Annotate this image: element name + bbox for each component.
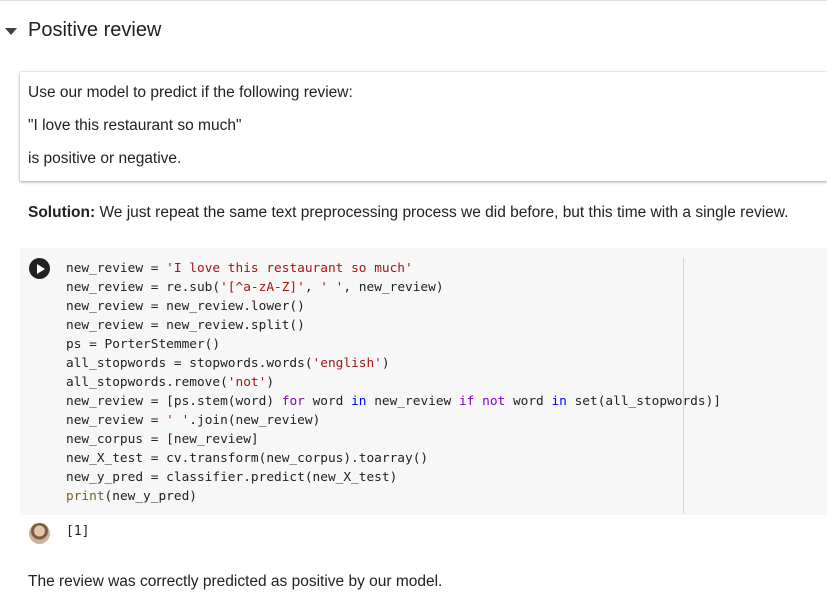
conclusion-text: The review was correctly predicted as po… [28, 573, 443, 590]
solution-paragraph: Solution: We just repeat the same text p… [28, 204, 788, 222]
code-line: all_stopwords.remove('not') [66, 375, 275, 390]
solution-label: Solution: [28, 204, 96, 221]
code-line: new_review = re.sub('[^a-zA-Z]', ' ', ne… [66, 280, 444, 295]
code-line: new_review = ' '.join(new_review) [66, 413, 321, 428]
text-cell-line: is positive or negative. [28, 150, 182, 167]
top-divider [0, 0, 827, 1]
code-line: new_corpus = [new_review] [66, 432, 259, 447]
play-icon [36, 263, 45, 274]
text-cell-line: Use our model to predict if the followin… [28, 84, 353, 101]
text-cell[interactable]: Use our model to predict if the followin… [20, 72, 827, 181]
code-line: all_stopwords = stopwords.words('english… [66, 356, 390, 371]
solution-text: We just repeat the same text preprocessi… [95, 204, 789, 221]
collapse-caret-icon[interactable] [5, 27, 17, 35]
code-editor[interactable]: new_review = 'I love this restaurant so … [66, 259, 721, 506]
code-line: ps = PorterStemmer() [66, 337, 221, 352]
section-title: Positive review [28, 18, 162, 41]
user-avatar-icon [29, 523, 50, 544]
code-line: new_review = 'I love this restaurant so … [66, 261, 413, 276]
section-header: Positive review [0, 14, 161, 46]
code-line: new_y_pred = classifier.predict(new_X_te… [66, 470, 398, 485]
code-line: new_review = new_review.lower() [66, 299, 305, 314]
code-line: print(new_y_pred) [66, 489, 197, 504]
cell-output: [1] [66, 524, 90, 539]
code-line: new_review = [ps.stem(word) for word in … [66, 394, 721, 409]
text-cell-line: "I love this restaurant so much" [28, 117, 242, 134]
code-line: new_X_test = cv.transform(new_corpus).to… [66, 451, 429, 466]
run-cell-button[interactable] [29, 258, 50, 279]
code-line: new_review = new_review.split() [66, 318, 305, 333]
